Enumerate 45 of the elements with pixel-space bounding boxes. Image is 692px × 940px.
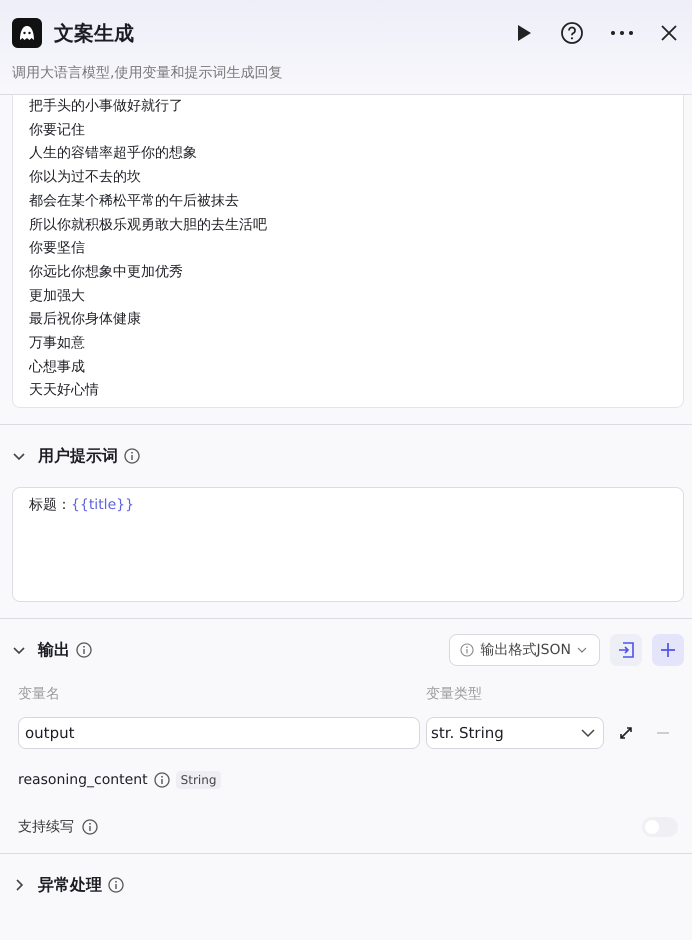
ghost-logo-icon <box>12 18 42 48</box>
chevron-down-icon <box>577 645 587 656</box>
type-tag: String <box>176 771 222 790</box>
variable-name-field[interactable]: output <box>18 717 420 750</box>
section-title: 输出 <box>38 640 70 661</box>
import-icon <box>617 641 635 660</box>
prompt-line: 人生的容错率超乎你的想象 <box>29 144 198 164</box>
column-header: 变量类型 <box>426 685 482 704</box>
info-icon <box>82 819 98 836</box>
setting-label: 支持续写 <box>18 818 74 836</box>
section-title: 用户提示词 <box>38 446 118 467</box>
info-icon <box>108 877 124 894</box>
prompt-line: 天天好心情 <box>29 381 100 400</box>
node-description: 调用大语言模型,使用变量和提示词生成回复 <box>12 64 284 82</box>
prompt-line: 所以你就积极乐观勇敢大胆的去生活吧 <box>29 216 268 235</box>
prompt-text: 标题：{{title}} <box>29 496 135 514</box>
expand-icon[interactable] <box>618 725 634 742</box>
prompt-line: 你以为过不去的坎 <box>29 168 142 188</box>
prompt-line: 你远比你想象中更加优秀 <box>29 262 184 282</box>
column-header: 变量名 <box>18 685 61 704</box>
info-icon <box>460 643 474 658</box>
prompt-line: 万事如意 <box>29 334 86 354</box>
format-dropdown[interactable]: 输出格式JSON <box>449 634 600 666</box>
type-dropdown[interactable]: str. String <box>426 717 604 750</box>
info-icon <box>154 772 170 788</box>
prompt-line: 都会在某个稀松平常的午后被抹去 <box>29 192 240 211</box>
info-icon <box>124 448 140 464</box>
prompt-line: 心想事成 <box>29 358 86 377</box>
close-icon[interactable] <box>660 24 678 42</box>
info-icon <box>76 642 92 658</box>
help-icon[interactable] <box>560 21 584 45</box>
add-button[interactable] <box>652 634 684 666</box>
node-title: 文案生成 <box>54 20 135 46</box>
prompt-line: 你要坚信 <box>29 239 86 258</box>
variable-name: reasoning_content <box>18 772 148 788</box>
prompt-line: 更加强大 <box>29 286 86 306</box>
prompt-line: 最后祝你身体健康 <box>29 310 142 330</box>
more-icon[interactable] <box>610 30 634 36</box>
prompt-editor[interactable]: 把手头的小事做好就行了 你要记住 人生的容错率超乎你的想象 你以为过不去的坎 都会在某个稀松平常的午后被抹去 所以你就积极乐观勇敢大胆的去生活吧 你要坚信 你远比你想象中更加优秀 更加强大 最后祝你身体健康 万事如意 心想事成 天天好心情 <box>12 95 684 408</box>
section-title: 异常处理 <box>38 874 102 896</box>
prompt-line: 你要记住 <box>29 120 86 140</box>
prompt-field[interactable]: 标题：{{title}} <box>12 487 684 602</box>
plus-icon <box>660 642 676 658</box>
prompt-line: 把手头的小事做好就行了 <box>29 97 184 116</box>
import-button[interactable] <box>610 634 642 666</box>
